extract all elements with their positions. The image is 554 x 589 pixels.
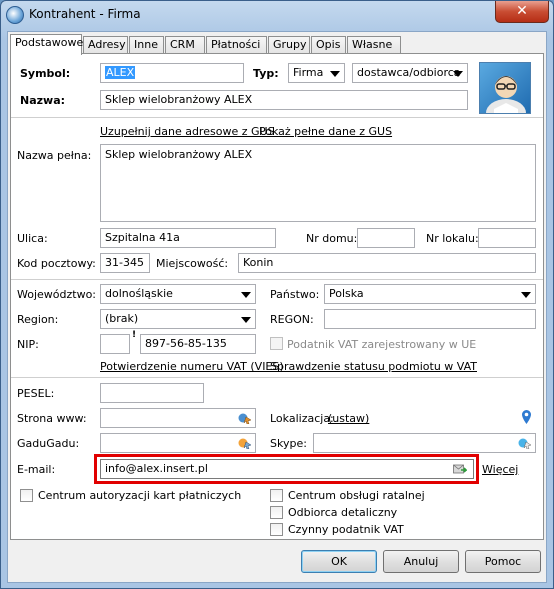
tab-grupy[interactable]: Grupy <box>268 36 310 54</box>
www-label: Strona www: <box>17 412 87 425</box>
typ-select[interactable]: Firma <box>288 63 345 83</box>
skype-icon[interactable] <box>518 437 532 449</box>
help-button[interactable]: Pomoc <box>465 550 541 573</box>
gadugadu-label: GaduGadu: <box>17 437 80 450</box>
vat-checkbox[interactable] <box>270 523 283 536</box>
region-value: (brak) <box>105 312 139 325</box>
dialog-window: Kontrahent - Firma ✕ Podstawowe Adresy I… <box>0 0 554 589</box>
vat-label: Czynny podatnik VAT <box>288 523 404 536</box>
close-button[interactable]: ✕ <box>495 1 549 23</box>
ulica-input[interactable]: Szpitalna 41a <box>100 228 276 248</box>
karty-label: Centrum autoryzacji kart płatniczych <box>38 489 242 502</box>
chevron-down-icon <box>241 292 251 298</box>
kod-pocztowy-label: Kod pocztowy: <box>17 257 96 270</box>
email-label: E-mail: <box>17 463 56 476</box>
symbol-input[interactable]: ALEX <box>100 63 244 83</box>
regon-input[interactable] <box>324 309 536 329</box>
nazwa-label: Nazwa: <box>20 94 66 107</box>
browse-web-icon[interactable] <box>238 412 252 424</box>
role-select[interactable]: dostawca/odbiorca <box>352 63 468 83</box>
typ-label: Typ: <box>253 67 279 80</box>
gus-fill-link[interactable]: Uzupełnij dane adresowe z GUS <box>100 125 275 138</box>
chevron-down-icon <box>521 292 531 298</box>
kod-pocztowy-input[interactable]: 31-345 <box>100 253 150 273</box>
nip-input[interactable]: 897-56-85-135 <box>140 334 256 354</box>
panstwo-select[interactable]: Polska <box>324 284 536 304</box>
symbol-value: ALEX <box>105 66 136 79</box>
dialog-client: Podstawowe Adresy Inne CRM Płatności Gru… <box>7 31 547 583</box>
nr-domu-label: Nr domu: <box>306 232 358 245</box>
nip-prefix-marker-icon: ! <box>132 330 137 340</box>
regon-label: REGON: <box>270 313 314 326</box>
window-title: Kontrahent - Firma <box>29 7 141 21</box>
detal-checkbox[interactable] <box>270 506 283 519</box>
vat-ue-label: Podatnik VAT zarejestrowany w UE <box>287 338 477 351</box>
raty-label: Centrum obsługi ratalnej <box>288 489 425 502</box>
map-pin-icon[interactable] <box>522 410 531 424</box>
nr-lokalu-input[interactable] <box>478 228 536 248</box>
ok-button[interactable]: OK <box>301 550 377 573</box>
pesel-label: PESEL: <box>17 387 55 400</box>
chevron-down-icon <box>330 71 340 77</box>
app-icon <box>6 6 24 24</box>
nr-domu-input[interactable] <box>357 228 415 248</box>
miejscowosc-label: Miejscowość: <box>156 257 229 270</box>
nr-lokalu-label: Nr lokalu: <box>426 232 479 245</box>
karty-checkbox[interactable] <box>20 489 33 502</box>
symbol-label: Symbol: <box>20 67 71 80</box>
tab-wlasne[interactable]: Własne <box>347 36 401 54</box>
chevron-down-icon <box>453 71 463 77</box>
nip-prefix-input[interactable] <box>100 334 130 354</box>
gadugadu-icon[interactable] <box>238 437 252 449</box>
section-divider <box>11 377 543 378</box>
ulica-label: Ulica: <box>17 232 48 245</box>
gus-show-link[interactable]: Pokaż pełne dane z GUS <box>259 125 392 138</box>
panstwo-label: Państwo: <box>270 288 320 301</box>
tab-podstawowe[interactable]: Podstawowe <box>10 34 83 55</box>
gadugadu-input[interactable] <box>100 433 256 453</box>
pesel-input[interactable] <box>100 383 204 403</box>
typ-value: Firma <box>293 66 324 79</box>
detal-label: Odbiorca detaliczny <box>288 506 398 519</box>
wojewodztwo-value: dolnośląskie <box>105 287 173 300</box>
contractor-avatar-icon[interactable] <box>479 62 531 114</box>
nip-label: NIP: <box>17 338 39 351</box>
panstwo-value: Polska <box>329 287 364 300</box>
nazwa-pelna-textarea[interactable]: Sklep wielobranżowy ALEX <box>100 144 536 222</box>
tab-panel-podstawowe: Symbol: ALEX Typ: Firma dostawca/odbiorc… <box>10 53 544 540</box>
region-select[interactable]: (brak) <box>100 309 256 329</box>
wojewodztwo-label: Województwo: <box>17 288 97 301</box>
chevron-down-icon <box>241 317 251 323</box>
miejscowosc-input[interactable]: Konin <box>238 253 536 273</box>
vat-ue-checkbox[interactable] <box>270 337 283 350</box>
nazwa-pelna-label: Nazwa pełna: <box>17 149 92 162</box>
www-input[interactable] <box>100 408 256 428</box>
tab-opis[interactable]: Opis <box>311 36 346 54</box>
wojewodztwo-select[interactable]: dolnośląskie <box>100 284 256 304</box>
lokalizacja-label: Lokalizacja: <box>270 412 334 425</box>
wiecej-link[interactable]: Więcej <box>482 463 518 476</box>
tab-inne[interactable]: Inne <box>129 36 164 54</box>
tab-adresy[interactable]: Adresy <box>83 36 128 54</box>
skype-input[interactable] <box>313 433 536 453</box>
role-value: dostawca/odbiorca <box>357 66 461 79</box>
raty-checkbox[interactable] <box>270 489 283 502</box>
section-divider <box>11 117 543 118</box>
vies-link[interactable]: Potwierdzenie numeru VAT (VIES) <box>100 360 284 373</box>
skype-label: Skype: <box>270 437 307 450</box>
region-label: Region: <box>17 313 59 326</box>
email-highlight-box <box>94 454 479 484</box>
tab-platnosci[interactable]: Płatności <box>206 36 267 54</box>
vat-status-link[interactable]: Sprawdzenie statusu podmiotu w VAT <box>270 360 477 373</box>
title-bar[interactable]: Kontrahent - Firma ✕ <box>1 1 553 29</box>
tab-crm[interactable]: CRM <box>165 36 205 54</box>
lokalizacja-link[interactable]: (ustaw) <box>328 412 369 425</box>
section-divider <box>11 279 543 280</box>
nazwa-input[interactable]: Sklep wielobranżowy ALEX <box>100 90 468 110</box>
cancel-button[interactable]: Anuluj <box>383 550 459 573</box>
